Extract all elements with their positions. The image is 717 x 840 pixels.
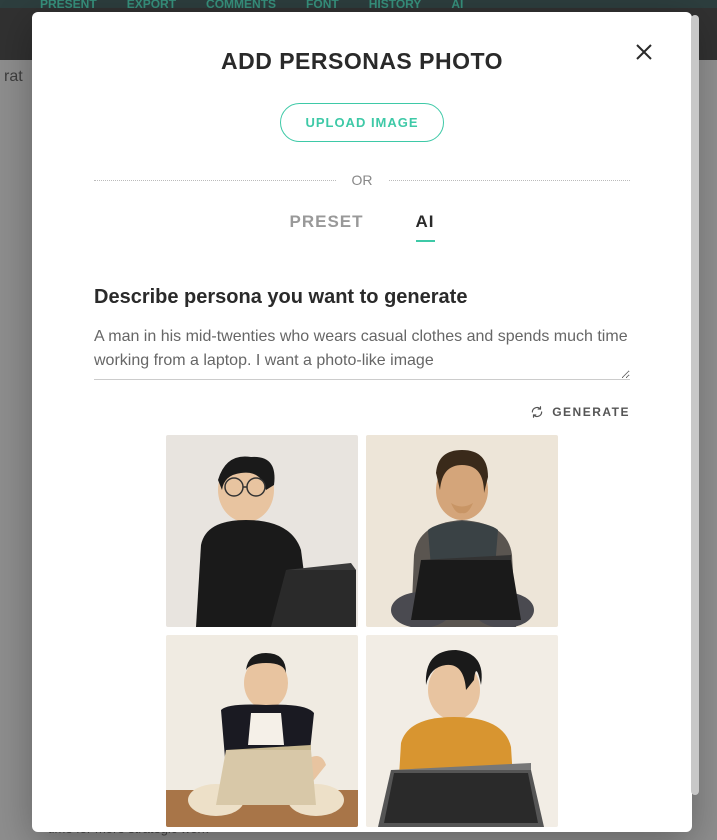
describe-input[interactable] [94, 321, 630, 380]
modal-title: ADD PERSONAS PHOTO [94, 48, 630, 75]
toolbar-comments[interactable]: COMMENTS [206, 0, 276, 8]
persona-image-3 [166, 635, 358, 827]
persona-thumbnail-3[interactable] [166, 635, 358, 827]
generate-button[interactable]: GENERATE [530, 405, 630, 419]
tab-ai[interactable]: AI [416, 212, 435, 242]
describe-label: Describe persona you want to generate [94, 286, 630, 309]
toolbar-present[interactable]: PRESENT [40, 0, 97, 8]
tab-preset[interactable]: PRESET [289, 212, 363, 242]
toolbar-history[interactable]: HISTORY [369, 0, 422, 8]
close-icon [632, 40, 656, 64]
persona-image-2 [366, 435, 558, 627]
persona-thumbnail-2[interactable] [366, 435, 558, 627]
persona-image-1 [166, 435, 358, 627]
modal-scrollbar[interactable] [691, 15, 699, 825]
close-button[interactable] [632, 40, 656, 64]
toolbar-ai[interactable]: AI [451, 0, 463, 8]
persona-image-4 [366, 635, 558, 827]
add-persona-photo-modal: ADD PERSONAS PHOTO UPLOAD IMAGE OR PRESE… [32, 12, 692, 832]
toolbar-font[interactable]: FONT [306, 0, 339, 8]
or-label: OR [352, 172, 373, 188]
persona-thumbnail-4[interactable] [366, 635, 558, 827]
scrollbar-thumb[interactable] [691, 15, 699, 795]
generate-label: GENERATE [552, 405, 630, 419]
upload-image-button[interactable]: UPLOAD IMAGE [280, 103, 443, 142]
refresh-icon [530, 405, 544, 419]
app-toolbar: PRESENT EXPORT COMMENTS FONT HISTORY AI [0, 0, 717, 8]
toolbar-export[interactable]: EXPORT [127, 0, 176, 8]
persona-thumbnail-1[interactable] [166, 435, 358, 627]
or-divider: OR [94, 172, 630, 188]
tab-bar: PRESET AI [94, 212, 630, 242]
persona-grid [94, 435, 630, 827]
